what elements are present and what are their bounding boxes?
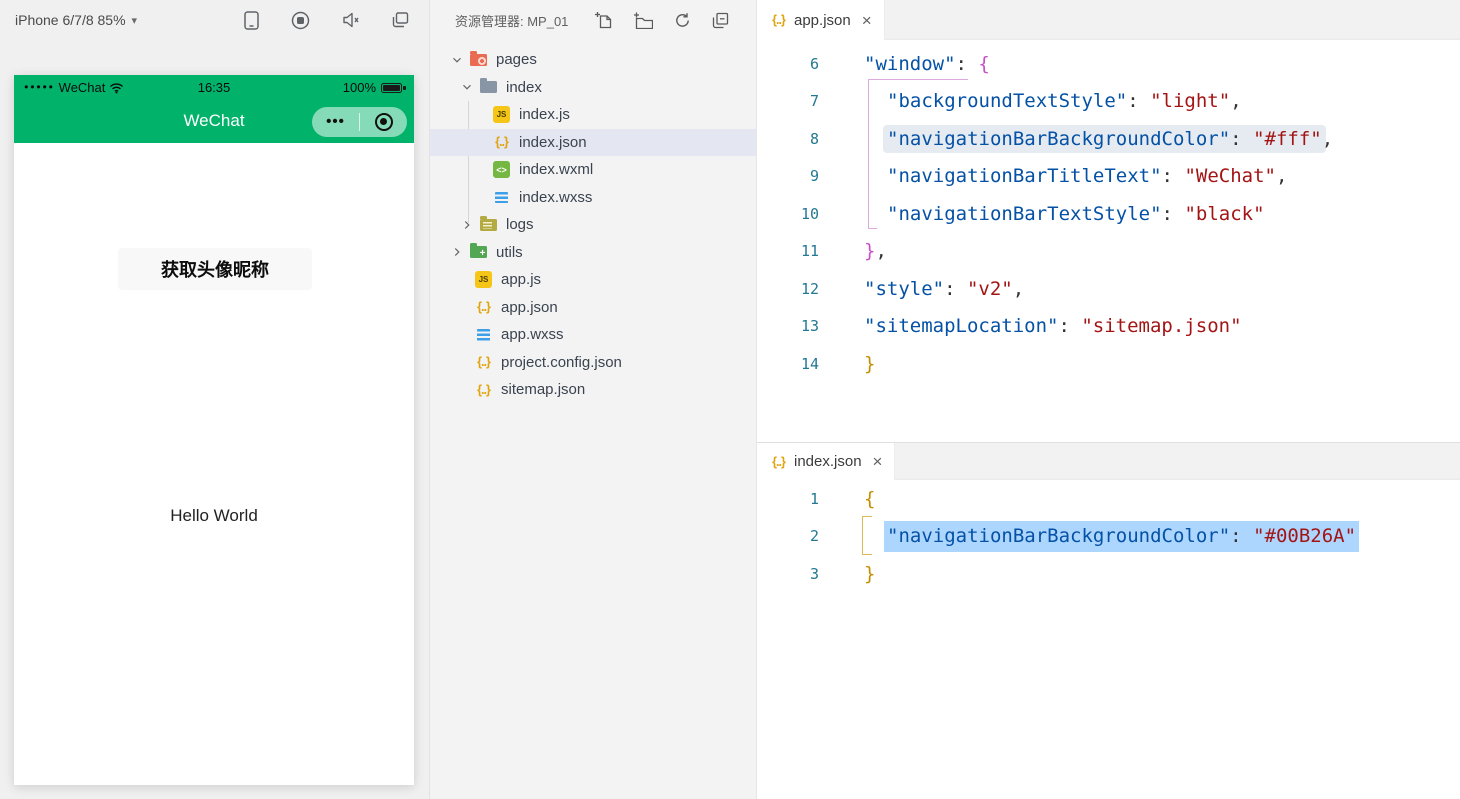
file-tree: pages index JS index.js {..} index.json … bbox=[430, 46, 756, 404]
explorer-header: 资源管理器: MP_01 bbox=[430, 0, 756, 40]
pages-folder-icon bbox=[470, 54, 487, 66]
code-line[interactable]: 9"navigationBarTitleText": "WeChat", bbox=[757, 158, 1460, 196]
refresh-button[interactable] bbox=[674, 12, 691, 29]
wxss-file-icon bbox=[493, 189, 510, 206]
bracket-guide bbox=[862, 554, 872, 555]
wxss-file-icon bbox=[475, 326, 492, 343]
utils-folder-icon bbox=[470, 246, 487, 258]
editor-group-index-json: {..} index.json × 1{ 2"navigationBarBack… bbox=[757, 442, 1460, 799]
editor-group-app-json: {..} app.json × 6"window": { 7"backgroun… bbox=[757, 0, 1460, 442]
code-editor-app-json[interactable]: 6"window": { 7"backgroundTextStyle": "li… bbox=[757, 40, 1460, 383]
json-file-icon: {..} bbox=[493, 134, 510, 151]
folder-icon bbox=[480, 81, 497, 93]
battery-percent: 100% bbox=[343, 80, 376, 95]
wxml-file-icon: <> bbox=[493, 161, 510, 178]
tree-item-project-config-json[interactable]: {..} project.config.json bbox=[430, 349, 756, 377]
device-selector[interactable]: iPhone 6/7/8 85% ▾ bbox=[15, 12, 137, 28]
tab-bar-bottom: {..} index.json × bbox=[757, 442, 1460, 480]
close-icon[interactable]: × bbox=[862, 12, 872, 29]
chevron-down-icon: ▾ bbox=[132, 14, 138, 27]
bracket-guide bbox=[868, 228, 877, 229]
code-line[interactable]: 3} bbox=[757, 555, 1460, 593]
js-file-icon: JS bbox=[493, 106, 510, 123]
code-editor-index-json[interactable]: 1{ 2"navigationBarBackgroundColor": "#00… bbox=[757, 480, 1460, 593]
code-line[interactable]: 11}, bbox=[757, 233, 1460, 271]
tree-item-index[interactable]: index bbox=[430, 74, 756, 102]
tree-item-index-wxml[interactable]: <> index.wxml bbox=[430, 156, 756, 184]
code-line[interactable]: 14} bbox=[757, 345, 1460, 383]
tree-item-index-js[interactable]: JS index.js bbox=[430, 101, 756, 129]
new-folder-button[interactable] bbox=[634, 12, 653, 29]
phone-screen: ●●●●● WeChat 16:35 100% WeChat ••• bbox=[14, 75, 414, 785]
more-icon[interactable]: ••• bbox=[312, 108, 359, 136]
bracket-guide bbox=[862, 516, 863, 555]
json-file-icon: {..} bbox=[475, 381, 492, 398]
get-avatar-button[interactable]: 获取头像昵称 bbox=[118, 248, 312, 290]
mute-button[interactable] bbox=[342, 12, 360, 28]
collapse-all-button[interactable] bbox=[712, 12, 729, 29]
status-bar-right: 100% bbox=[343, 75, 405, 100]
simulator-toolbar: iPhone 6/7/8 85% ▾ bbox=[0, 0, 429, 40]
tree-item-index-json[interactable]: {..} index.json bbox=[430, 129, 756, 157]
wechat-devtools-window: iPhone 6/7/8 85% ▾ bbox=[0, 0, 1460, 799]
explorer-title: 资源管理器: MP_01 bbox=[455, 11, 568, 30]
chevron-down-icon bbox=[450, 53, 464, 67]
device-label: iPhone 6/7/8 85% bbox=[15, 12, 126, 28]
file-explorer-panel: 资源管理器: MP_01 pages bbox=[430, 0, 757, 799]
chevron-down-icon bbox=[460, 80, 474, 94]
status-bar: ●●●●● WeChat 16:35 100% bbox=[14, 75, 414, 100]
tab-index-json[interactable]: {..} index.json × bbox=[757, 443, 895, 480]
tab-label: app.json bbox=[794, 12, 851, 29]
simulator-panel: iPhone 6/7/8 85% ▾ bbox=[0, 0, 430, 799]
new-file-button[interactable] bbox=[595, 11, 613, 29]
code-line[interactable]: 1{ bbox=[757, 480, 1460, 518]
capsule-button[interactable]: ••• bbox=[312, 107, 407, 137]
tree-item-app-wxss[interactable]: app.wxss bbox=[430, 321, 756, 349]
code-line[interactable]: 12"style": "v2", bbox=[757, 270, 1460, 308]
code-line[interactable]: 13"sitemapLocation": "sitemap.json" bbox=[757, 308, 1460, 346]
close-icon[interactable]: × bbox=[873, 453, 883, 470]
greeting-text: Hello World bbox=[14, 506, 414, 526]
js-file-icon: JS bbox=[475, 271, 492, 288]
tab-app-json[interactable]: {..} app.json × bbox=[757, 0, 885, 40]
text-selection: "navigationBarBackgroundColor": "#00B26A… bbox=[884, 521, 1359, 552]
json-file-icon: {..} bbox=[475, 354, 492, 371]
editor-panel: {..} app.json × 6"window": { 7"backgroun… bbox=[757, 0, 1460, 799]
battery-icon bbox=[381, 83, 402, 93]
tab-bar-top: {..} app.json × bbox=[757, 0, 1460, 40]
bracket-guide bbox=[868, 79, 869, 229]
tree-item-utils[interactable]: utils bbox=[430, 239, 756, 267]
bracket-guide bbox=[862, 516, 872, 517]
mini-program-navbar: WeChat ••• bbox=[14, 100, 414, 143]
tree-item-index-wxss[interactable]: index.wxss bbox=[430, 184, 756, 212]
chevron-right-icon bbox=[450, 245, 464, 259]
multi-window-button[interactable] bbox=[392, 12, 409, 28]
json-file-icon: {..} bbox=[770, 12, 787, 29]
logs-folder-icon bbox=[480, 219, 497, 231]
chevron-right-icon bbox=[460, 218, 474, 232]
exit-icon[interactable] bbox=[360, 113, 407, 131]
phone-navigation-area: ●●●●● WeChat 16:35 100% WeChat ••• bbox=[14, 75, 414, 143]
tree-item-app-json[interactable]: {..} app.json bbox=[430, 294, 756, 322]
json-file-icon: {..} bbox=[770, 453, 787, 470]
tree-item-logs[interactable]: logs bbox=[430, 211, 756, 239]
tab-label: index.json bbox=[794, 453, 862, 470]
code-line[interactable]: 10"navigationBarTextStyle": "black" bbox=[757, 195, 1460, 233]
record-button[interactable] bbox=[291, 11, 310, 30]
json-file-icon: {..} bbox=[475, 299, 492, 316]
device-frame-button[interactable] bbox=[244, 11, 259, 30]
bracket-guide bbox=[868, 79, 968, 80]
word-highlight: "navigationBarBackgroundColor": "#fff" bbox=[883, 125, 1326, 153]
tree-item-app-js[interactable]: JS app.js bbox=[430, 266, 756, 294]
code-line[interactable]: 7"backgroundTextStyle": "light", bbox=[757, 83, 1460, 121]
code-line-highlighted[interactable]: 8"navigationBarBackgroundColor": "#fff", bbox=[757, 120, 1460, 158]
tree-item-pages[interactable]: pages bbox=[430, 46, 756, 74]
code-line[interactable]: 6"window": { bbox=[757, 45, 1460, 83]
tree-item-sitemap-json[interactable]: {..} sitemap.json bbox=[430, 376, 756, 404]
